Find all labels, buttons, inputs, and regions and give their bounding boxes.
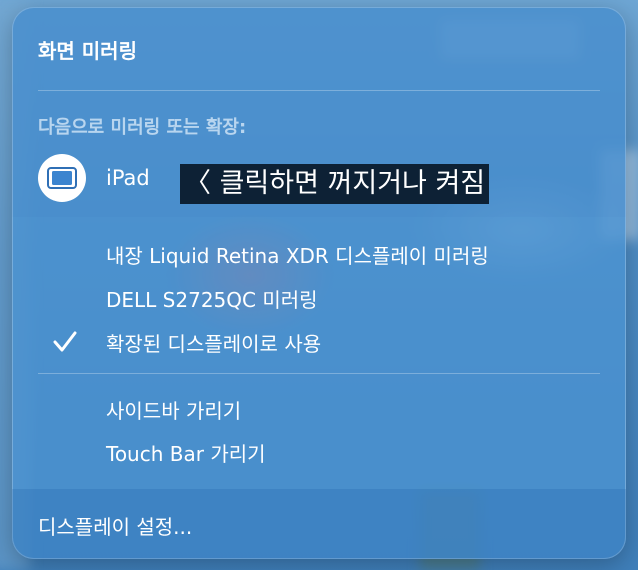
annotation-label: 〈 클릭하면 꺼지거나 켜짐 bbox=[180, 164, 490, 204]
checkmark-icon bbox=[53, 331, 77, 352]
divider bbox=[38, 373, 600, 374]
display-settings-link[interactable]: 디스플레이 설정... bbox=[38, 511, 192, 540]
section-label: 다음으로 미러링 또는 확장: bbox=[38, 117, 247, 138]
device-ipad-row[interactable]: iPad bbox=[38, 154, 150, 202]
device-ipad-label: iPad bbox=[106, 166, 150, 190]
option-hide-sidebar[interactable]: 사이드바 가리기 bbox=[106, 395, 241, 424]
menu-title: 화면 미러링 bbox=[38, 39, 137, 63]
option-extended-display[interactable]: 확장된 디스플레이로 사용 bbox=[106, 328, 321, 357]
ipad-display-icon bbox=[38, 154, 86, 202]
option-mirror-builtin[interactable]: 내장 Liquid Retina XDR 디스플레이 미러링 bbox=[106, 240, 489, 269]
option-mirror-dell[interactable]: DELL S2725QC 미러링 bbox=[106, 284, 318, 313]
option-hide-touch-bar[interactable]: Touch Bar 가리기 bbox=[106, 438, 266, 467]
screen-mirroring-menu: 화면 미러링 다음으로 미러링 또는 확장: iPad 〈 클릭하면 꺼지거나 … bbox=[12, 7, 626, 559]
divider bbox=[38, 90, 600, 91]
